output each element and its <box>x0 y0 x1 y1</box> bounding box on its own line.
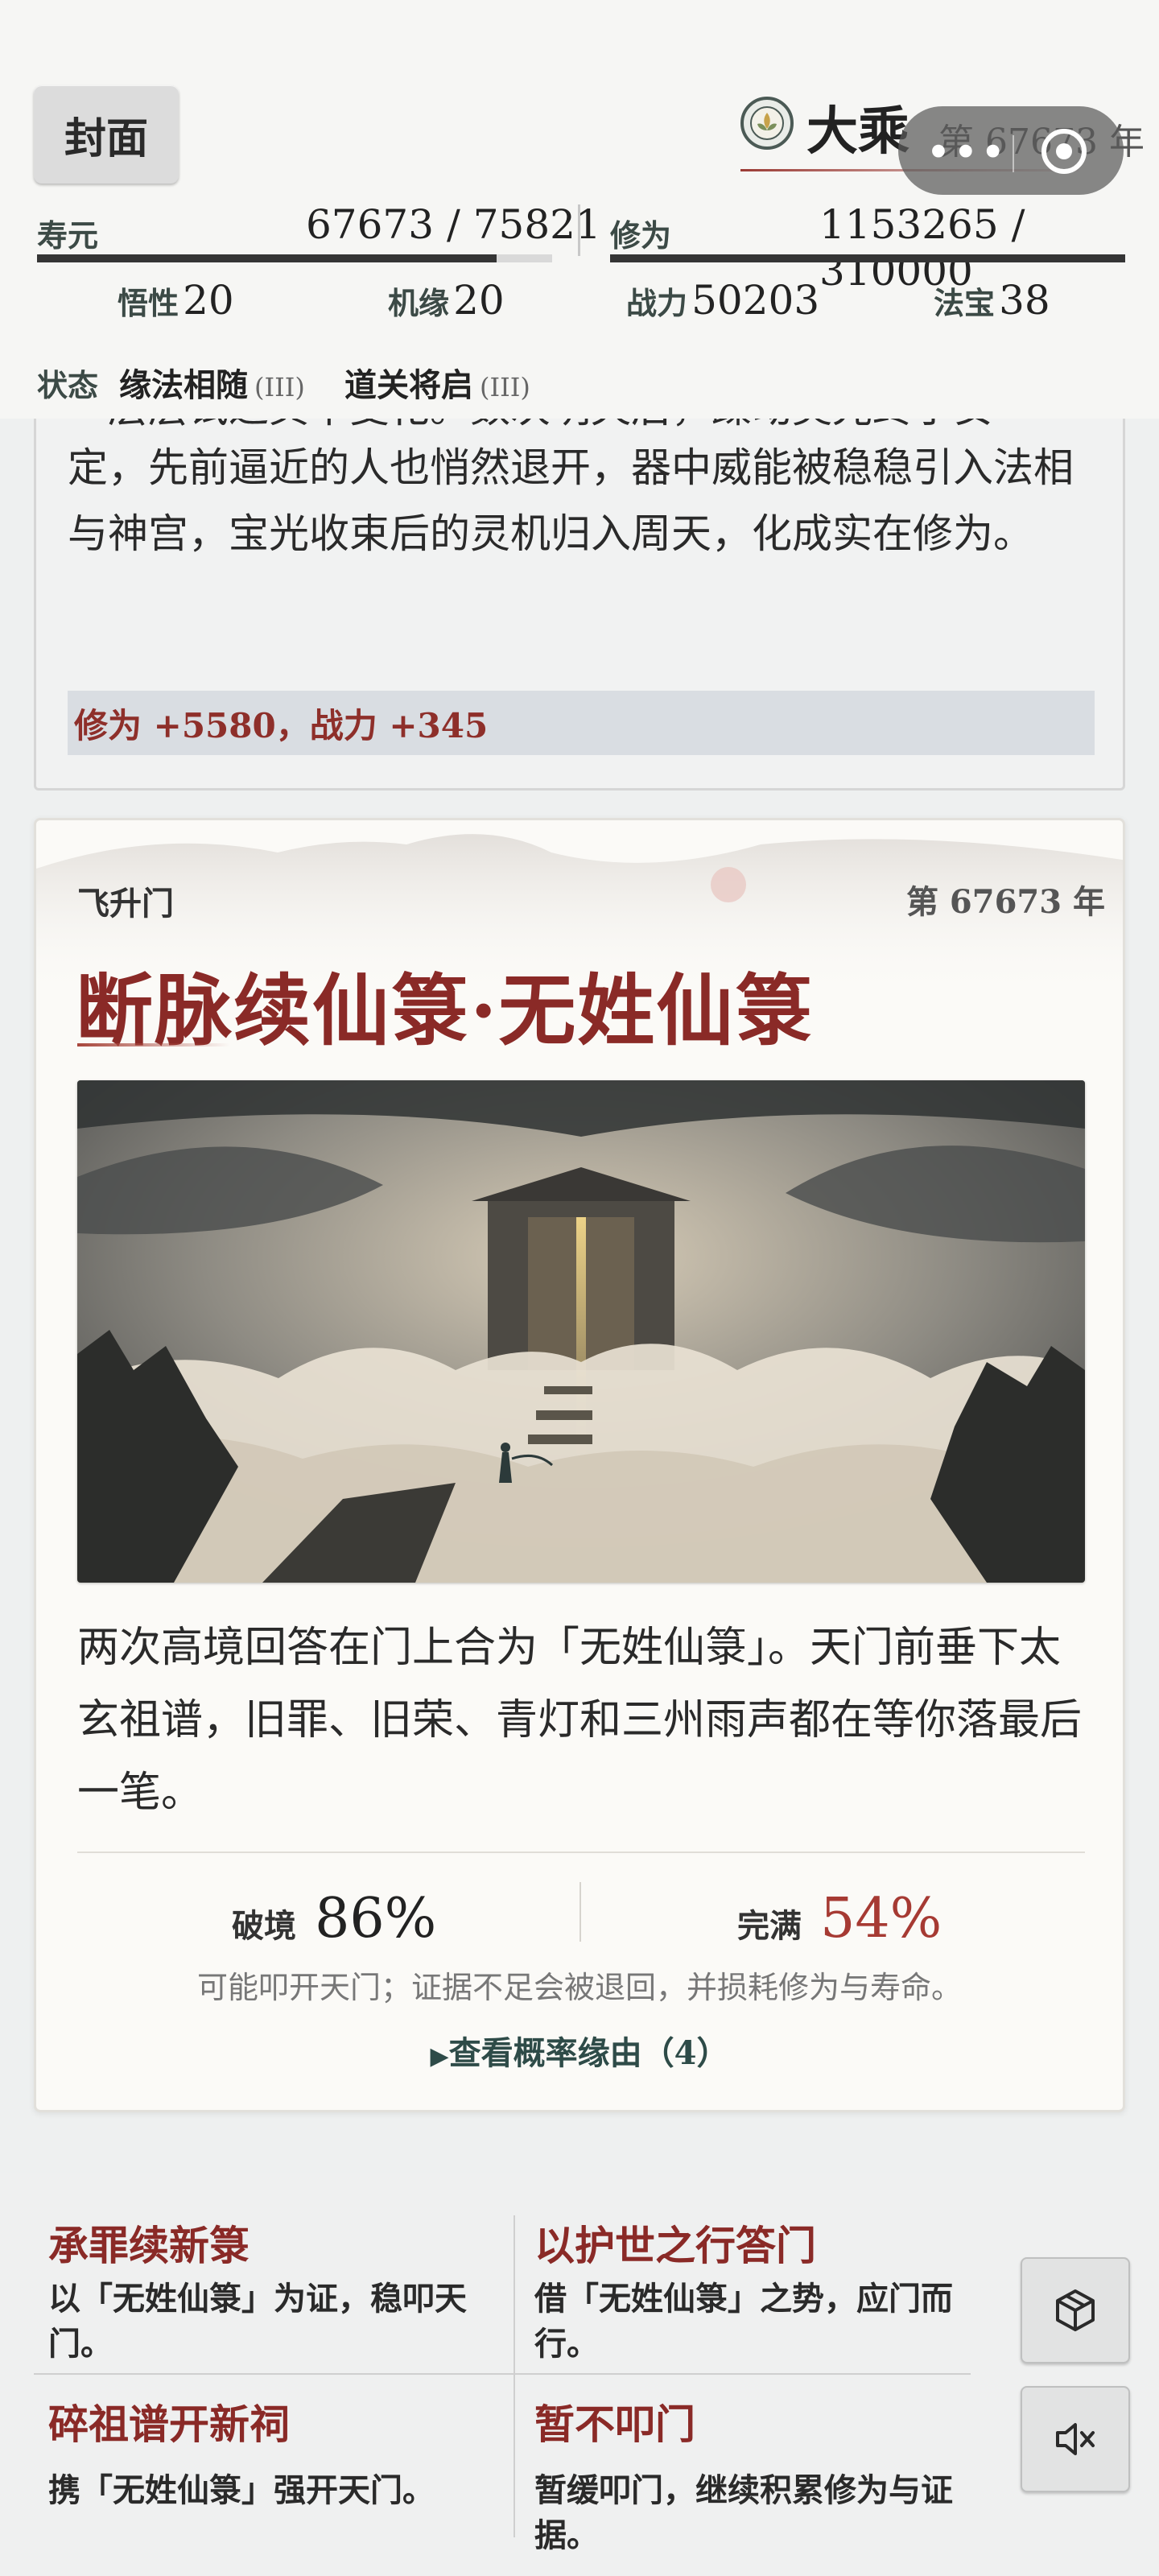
status-effect-name: 道关将启 <box>344 366 473 404</box>
perfection-value: 54% <box>820 1887 942 1951</box>
lotus-emblem-icon <box>740 97 794 150</box>
mute-button[interactable] <box>1021 2386 1130 2492</box>
probability-reasons-label: 查看概率缘由（4） <box>448 2034 729 2072</box>
cultivation-bar-fill <box>610 254 1125 262</box>
status-effect[interactable]: 缘法相随 (III) <box>119 359 305 406</box>
heaven-gate-illustration <box>77 1080 1085 1583</box>
title-underline <box>77 1043 230 1046</box>
status-effect-name: 缘法相随 <box>119 366 248 404</box>
cultivation-bar <box>610 254 1125 262</box>
realm-name: 大乘 <box>806 101 909 162</box>
attribute-value: 50203 <box>691 277 820 324</box>
log-reward: 修为 +5580，战力 +345 <box>68 691 1095 755</box>
status-effect[interactable]: 道关将启 (III) <box>344 359 530 406</box>
event-divider <box>77 1852 1085 1853</box>
attribute-value: 38 <box>999 277 1050 324</box>
log-text: 定，先前逼近的人也悄然退开，器中威能被稳稳引入法相与神宫，宝光收束后的灵机归入周… <box>68 444 1074 557</box>
status-label: 状态 <box>37 367 99 403</box>
choice-divider-vertical <box>514 2215 515 2537</box>
cube-icon <box>1056 2289 1095 2331</box>
choice-option[interactable]: 承罪续新箓 以「无姓仙箓」为证，稳叩天门。 <box>48 2214 499 2367</box>
choice-divider-horizontal <box>34 2373 971 2375</box>
choice-description: 暂缓叩门，继续积累修为与证据。 <box>534 2471 953 2554</box>
event-year: 第 67673 年 <box>906 883 1106 921</box>
choice-description: 借「无姓仙箓」之势，应门而行。 <box>534 2280 953 2363</box>
speaker-muted-icon <box>1056 2423 1095 2455</box>
choice-option[interactable]: 暂不叩门 暂缓叩门，继续积累修为与证据。 <box>534 2392 985 2558</box>
choice-option[interactable]: 以护世之行答门 借「无姓仙箓」之势，应门而行。 <box>534 2214 985 2367</box>
stat-divider <box>578 204 580 256</box>
attribute-label: 机缘 <box>388 285 450 321</box>
choice-title: 暂不叩门 <box>534 2401 695 2448</box>
lifespan-label: 寿元 <box>37 217 99 254</box>
choice-title: 以护世之行答门 <box>534 2222 816 2269</box>
choice-description: 携「无姓仙箓」强开天门。 <box>48 2471 435 2509</box>
attribute-treasure: 法宝 38 <box>934 277 1050 324</box>
attribute-insight: 悟性 20 <box>118 277 234 324</box>
sect-name: 飞升门 <box>77 885 174 923</box>
choice-title: 碎祖谱开新祠 <box>48 2401 290 2448</box>
lifespan-bar-fill <box>37 254 497 262</box>
attribute-value: 20 <box>183 277 234 324</box>
lifespan-value: 67673 / 75821 <box>306 201 601 248</box>
choice-title: 承罪续新箓 <box>48 2222 250 2269</box>
lifespan-bar <box>37 254 552 262</box>
caret-right-icon: ▶ <box>430 2042 449 2070</box>
event-description: 两次高境回答在门上合为「无姓仙箓」。天门前垂下太玄祖谱，旧罪、旧荣、青灯和三州雨… <box>77 1624 1083 1817</box>
status-effect-level: (III) <box>480 372 530 402</box>
target-circle-icon[interactable] <box>1041 129 1087 174</box>
breakthrough-value: 86% <box>315 1887 437 1951</box>
more-dots-icon[interactable]: ••• <box>926 127 1008 178</box>
risk-note: 可能叩开天门；证据不足会被退回，并损耗修为与寿命。 <box>196 1970 962 2005</box>
perfection-stat: 完满 54% <box>737 1887 942 1951</box>
attribute-power: 战力 50203 <box>626 277 819 324</box>
choice-option[interactable]: 碎祖谱开新祠 携「无姓仙箓」强开天门。 <box>48 2392 499 2513</box>
probability-reasons-link[interactable]: ▶查看概率缘由（4） <box>0 2027 1159 2074</box>
attribute-label: 悟性 <box>118 285 179 321</box>
perfection-label: 完满 <box>737 1907 802 1945</box>
cultivation-label: 修为 <box>610 217 672 254</box>
probability-divider <box>580 1882 581 1942</box>
pill-divider <box>1013 135 1014 172</box>
breakthrough-stat: 破境 86% <box>232 1887 436 1951</box>
cube-button[interactable] <box>1021 2257 1130 2363</box>
cover-button[interactable]: 封面 <box>34 85 179 184</box>
attribute-label: 战力 <box>626 285 688 321</box>
attribute-value: 20 <box>453 277 505 324</box>
breakthrough-label: 破境 <box>232 1907 296 1945</box>
attribute-fortune: 机缘 20 <box>388 277 505 324</box>
status-effect-level: (III) <box>254 372 305 402</box>
attribute-label: 法宝 <box>934 285 996 321</box>
choice-description: 以「无姓仙箓」为证，稳叩天门。 <box>48 2280 467 2363</box>
